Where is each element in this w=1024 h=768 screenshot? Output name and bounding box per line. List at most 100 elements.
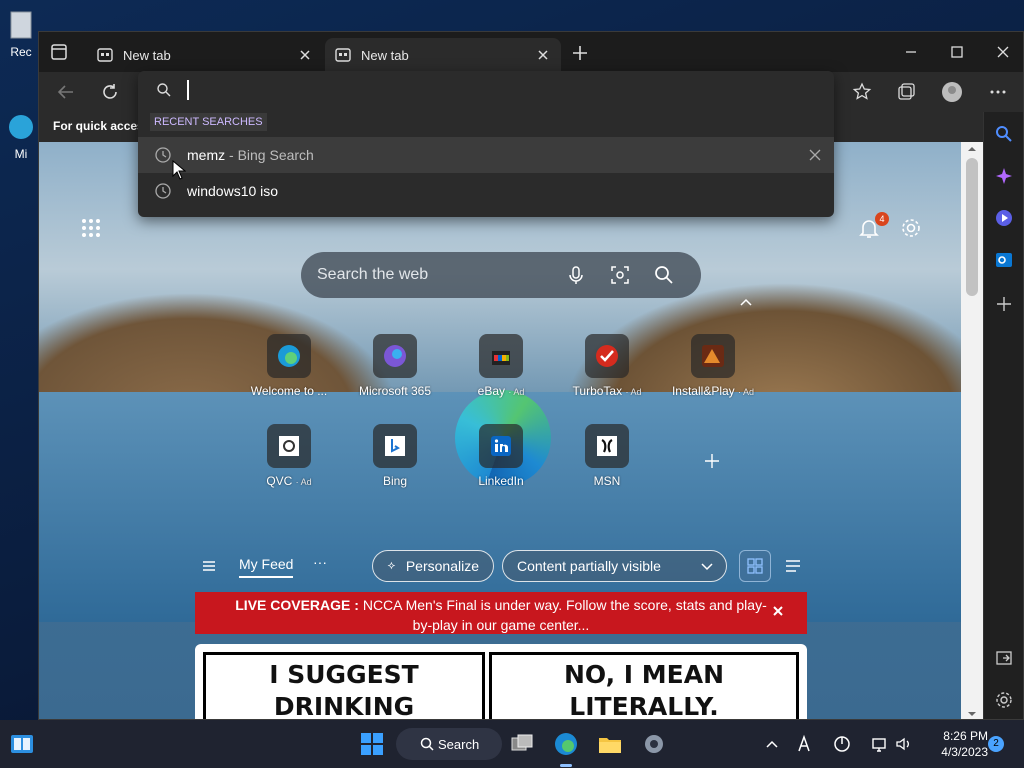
page-scrollbar[interactable] (961, 142, 983, 719)
visual-search-icon[interactable] (609, 264, 631, 286)
microphone-icon[interactable] (565, 264, 587, 286)
refresh-icon[interactable] (99, 81, 121, 103)
ebay-bag-icon (492, 351, 510, 365)
quick-link-qvc[interactable]: QVC · Ad (239, 424, 339, 488)
edge-taskbar-icon[interactable] (552, 730, 580, 758)
close-banner-icon[interactable] (771, 604, 785, 618)
remove-suggestion-icon[interactable] (808, 148, 822, 162)
task-view-icon[interactable] (508, 730, 536, 758)
sidebar-settings-gear-icon[interactable] (994, 690, 1014, 710)
search-icon[interactable] (653, 264, 675, 286)
microsoft-365-icon (384, 345, 406, 367)
scrollbar-thumb[interactable] (966, 158, 978, 296)
live-coverage-banner[interactable]: LIVE COVERAGE : NCCA Men's Final is unde… (195, 592, 807, 634)
volume-speaker-icon[interactable] (894, 734, 914, 754)
tile-label: eBay (477, 384, 505, 398)
taskbar-search-button[interactable]: Search (396, 728, 502, 760)
game-art-icon (702, 345, 724, 367)
turbotax-check-icon (596, 345, 618, 367)
copilot-sparkle-icon[interactable] (994, 166, 1014, 186)
web-search-box[interactable]: Search the web (301, 252, 701, 298)
recent-search-item-memz[interactable]: memz - Bing Search (138, 137, 834, 173)
input-language-icon[interactable] (794, 734, 814, 754)
add-shortcut-plus-icon[interactable] (703, 452, 721, 470)
tile-label: Install&Play (671, 384, 735, 398)
desktop-icon-edge[interactable]: Mi (6, 110, 36, 161)
recent-search-item-windows10-iso[interactable]: windows10 iso (138, 173, 834, 209)
minimize-icon[interactable] (901, 42, 921, 62)
search-icon (157, 83, 171, 97)
add-sidebar-app-plus-icon[interactable] (994, 294, 1014, 314)
start-windows-icon[interactable] (358, 730, 386, 758)
games-icon[interactable] (994, 208, 1014, 228)
close-tab-icon[interactable] (535, 47, 551, 63)
comic-panel-2: NO, I MEAN LITERALLY. MY EYES ARE LITERA… (489, 652, 799, 719)
collections-icon[interactable] (895, 81, 917, 103)
quick-link-turbotax[interactable]: TurboTax · Ad (557, 334, 657, 398)
feed-bar: My Feed ··· Personalize Content partiall… (39, 542, 963, 592)
tile-label: MSN (593, 474, 621, 488)
power-status-icon[interactable] (832, 734, 852, 754)
clock-time: 8:26 PM (943, 729, 988, 743)
app-launcher-icon[interactable] (79, 216, 103, 240)
recent-search-text: memz (187, 147, 226, 163)
back-arrow-icon[interactable] (55, 81, 77, 103)
close-tab-icon[interactable] (297, 47, 313, 63)
comic-panel-1: I SUGGEST DRINKING A GLASS OF WATER BEFO… (203, 652, 485, 719)
grid-view-button[interactable] (739, 550, 771, 582)
new-tab-favicon-icon (335, 48, 351, 62)
tab-my-feed[interactable]: My Feed (239, 556, 294, 578)
close-window-icon[interactable] (993, 42, 1013, 62)
quick-link-welcome[interactable]: Welcome to ... (239, 334, 339, 398)
desktop-icon-recycle-bin[interactable]: Rec (6, 8, 36, 59)
page-settings-gear-icon[interactable] (899, 216, 923, 240)
mouse-pointer-icon (172, 160, 186, 180)
tab-new-tab-2[interactable]: New tab (325, 38, 561, 72)
widgets-icon[interactable] (8, 730, 36, 758)
new-tab-plus-icon[interactable] (571, 44, 589, 62)
quick-link-msn[interactable]: MSN (557, 424, 657, 488)
outlook-icon[interactable] (994, 250, 1014, 270)
tile-label: LinkedIn (478, 474, 524, 488)
more-menu-icon[interactable] (987, 81, 1009, 103)
quick-link-ebay[interactable]: eBay · Ad (451, 334, 551, 398)
linkedin-icon (491, 436, 511, 456)
hide-sidebar-icon[interactable] (994, 648, 1014, 668)
quick-link-linkedin[interactable]: LinkedIn (451, 424, 551, 488)
tab-new-tab-1[interactable]: New tab (87, 38, 323, 72)
scroll-up-arrow-icon[interactable] (967, 144, 977, 154)
bing-search-sidebar-icon[interactable] (994, 124, 1014, 144)
content-visibility-label: Content partially visible (517, 558, 661, 574)
maximize-icon[interactable] (947, 42, 967, 62)
address-bar-input[interactable] (138, 71, 834, 109)
network-icon[interactable] (870, 734, 890, 754)
favorites-star-icon[interactable] (851, 81, 873, 103)
quick-link-microsoft-365[interactable]: Microsoft 365 (345, 334, 445, 398)
content-visibility-dropdown[interactable]: Content partially visible (502, 550, 727, 582)
quick-link-install-play[interactable]: Install&Play · Ad (663, 334, 763, 398)
chevron-up-icon[interactable] (762, 734, 782, 754)
taskbar-search-label: Search (438, 736, 480, 752)
profile-avatar-icon[interactable] (941, 81, 963, 103)
active-app-indicator (560, 764, 572, 767)
banner-headline: LIVE COVERAGE : (235, 597, 359, 613)
taskbar-clock[interactable]: 8:26 PM 4/3/2023 (918, 728, 988, 760)
settings-gear-icon[interactable] (640, 730, 668, 758)
list-view-icon (786, 560, 800, 572)
recent-searches-heading: RECENT SEARCHES (150, 113, 267, 131)
list-view-button[interactable] (777, 550, 809, 582)
file-explorer-folder-icon[interactable] (596, 730, 624, 758)
hamburger-menu-icon[interactable] (201, 558, 217, 574)
tab-actions-icon[interactable] (49, 42, 69, 62)
tile-label: QVC (266, 474, 293, 488)
bing-icon (385, 436, 405, 456)
chevron-up-icon[interactable] (739, 295, 753, 309)
grid-view-icon (747, 558, 763, 574)
feed-more-options[interactable]: ··· (313, 554, 327, 570)
scroll-down-arrow-icon[interactable] (967, 709, 977, 719)
personalize-button[interactable]: Personalize (372, 550, 494, 582)
tile-label: TurboTax (572, 384, 623, 398)
notification-center-badge[interactable]: 2 (988, 736, 1004, 752)
quick-link-bing[interactable]: Bing (345, 424, 445, 488)
comic-card[interactable]: I SUGGEST DRINKING A GLASS OF WATER BEFO… (195, 644, 807, 719)
